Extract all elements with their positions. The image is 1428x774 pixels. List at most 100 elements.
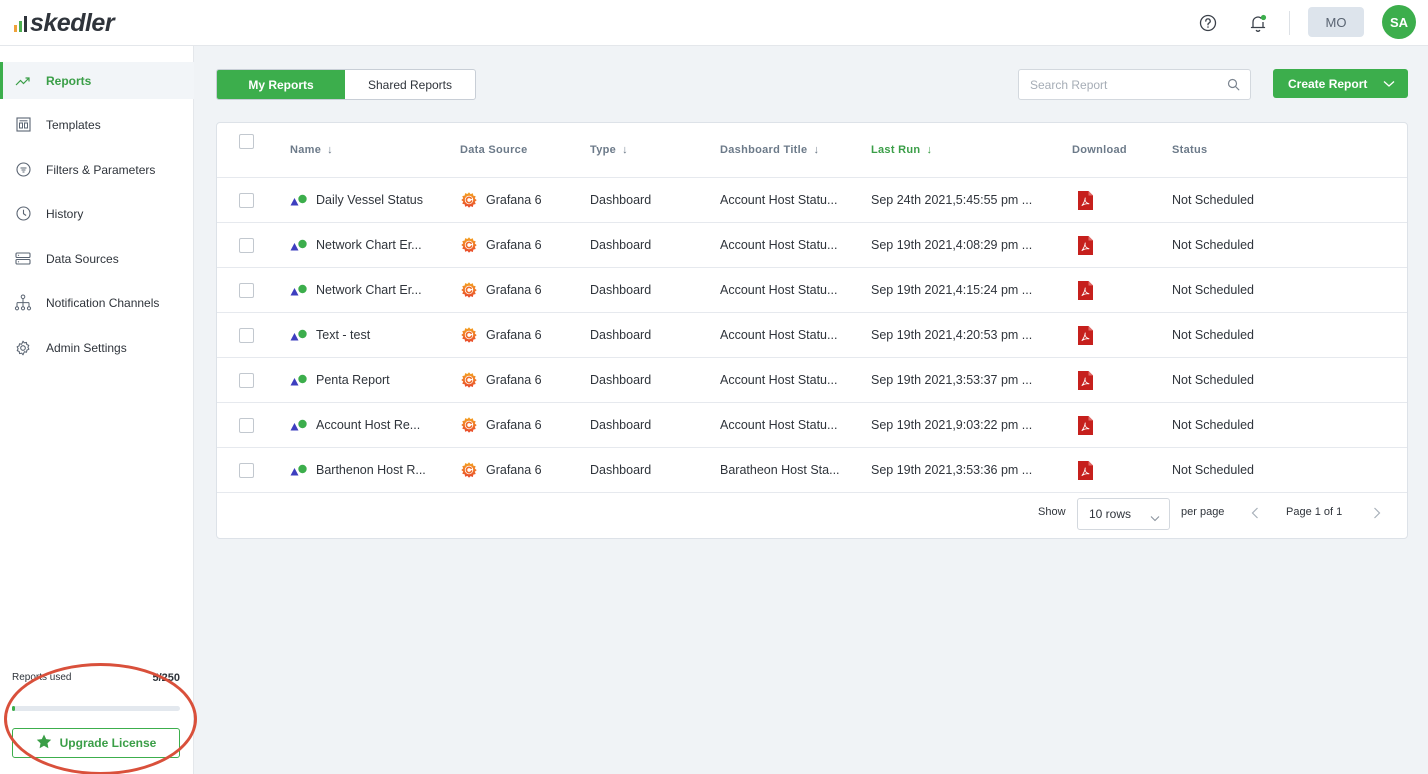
table-row[interactable]: Network Chart Er... Grafana 6 Dashboard … <box>217 223 1407 268</box>
pdf-download-icon[interactable] <box>1077 460 1094 481</box>
table-row[interactable]: Daily Vessel Status Grafana 6 Dashboard … <box>217 178 1407 223</box>
type-cell: Dashboard <box>590 463 652 477</box>
gear-icon <box>14 339 32 357</box>
last-run-cell: Sep 19th 2021,4:08:29 pm ... <box>871 238 1033 252</box>
tab-my-reports[interactable]: My Reports <box>217 70 345 99</box>
data-source-cell: Grafana 6 <box>460 313 580 357</box>
sidebar-item-notification-channels[interactable]: Notification Channels <box>0 284 194 321</box>
report-name-cell[interactable]: Network Chart Er... <box>290 223 440 267</box>
grafana-icon <box>460 281 478 299</box>
skedler-logo[interactable]: skedler <box>14 9 115 36</box>
last-run-cell: Sep 19th 2021,9:03:22 pm ... <box>871 418 1033 432</box>
grafana-icon <box>460 236 478 254</box>
status-cell: Not Scheduled <box>1172 283 1255 297</box>
tab-shared-reports[interactable]: Shared Reports <box>345 70 475 99</box>
previous-page-icon[interactable] <box>1251 507 1259 522</box>
sidebar-item-history[interactable]: History <box>0 195 194 232</box>
row-checkbox-cell <box>239 448 269 492</box>
usage-progress-bar <box>12 706 180 711</box>
report-name-cell[interactable]: Text - test <box>290 313 440 357</box>
report-name-cell[interactable]: Account Host Re... <box>290 403 440 447</box>
report-name-cell[interactable]: Penta Report <box>290 358 440 402</box>
hierarchy-icon <box>14 294 32 312</box>
search-input[interactable] <box>1019 70 1219 99</box>
sidebar-item-reports[interactable]: Reports <box>0 62 194 99</box>
type-cell: Dashboard <box>590 373 652 387</box>
search-icon[interactable] <box>1227 78 1240 91</box>
row-checkbox[interactable] <box>239 372 254 388</box>
table-row[interactable]: Barthenon Host R... Grafana 6 Dashboard … <box>217 448 1407 493</box>
dashboard-title-cell: Account Host Statu... <box>720 283 838 297</box>
report-name: Network Chart Er... <box>316 283 422 297</box>
status-cell: Not Scheduled <box>1172 373 1255 387</box>
grafana-icon <box>460 461 478 479</box>
column-header-status: Status <box>1172 144 1208 156</box>
data-source-name: Grafana 6 <box>486 328 542 342</box>
column-header-dashboard-title[interactable]: Dashboard Title ↓ <box>720 123 862 177</box>
help-icon[interactable] <box>1197 12 1219 34</box>
download-cell <box>1072 268 1152 312</box>
report-name-cell[interactable]: Barthenon Host R... <box>290 448 440 492</box>
reports-used-label: Reports used <box>12 672 72 683</box>
pdf-download-icon[interactable] <box>1077 190 1094 211</box>
row-checkbox-cell <box>239 223 269 267</box>
table-row[interactable]: Network Chart Er... Grafana 6 Dashboard … <box>217 268 1407 313</box>
top-bar: skedler MO SA <box>0 0 1428 46</box>
row-checkbox[interactable] <box>239 237 254 253</box>
report-type-shapes-icon <box>290 464 308 476</box>
report-name: Penta Report <box>316 373 390 387</box>
row-checkbox[interactable] <box>239 327 254 343</box>
user-avatar[interactable]: SA <box>1382 5 1416 39</box>
create-report-button[interactable]: Create Report <box>1273 69 1408 98</box>
search-box <box>1018 69 1251 100</box>
row-checkbox[interactable] <box>239 417 254 433</box>
table-row[interactable]: Text - test Grafana 6 Dashboard Account … <box>217 313 1407 358</box>
column-header-download: Download <box>1072 144 1127 156</box>
data-source-cell: Grafana 6 <box>460 358 580 402</box>
column-header-name[interactable]: Name ↓ <box>290 123 440 177</box>
report-name: Network Chart Er... <box>316 238 422 252</box>
pdf-download-icon[interactable] <box>1077 280 1094 301</box>
sort-arrow-icon: ↓ <box>926 144 933 156</box>
sidebar-item-filters[interactable]: Filters & Parameters <box>0 151 194 188</box>
row-checkbox[interactable] <box>239 462 254 478</box>
chevron-down-icon <box>1383 77 1395 91</box>
column-header-last-run[interactable]: Last Run ↓ <box>871 123 1061 177</box>
sidebar-item-admin-settings[interactable]: Admin Settings <box>0 329 194 366</box>
report-type-shapes-icon <box>290 284 308 296</box>
data-source-name: Grafana 6 <box>486 463 542 477</box>
org-switcher-button[interactable]: MO <box>1308 7 1364 37</box>
status-cell: Not Scheduled <box>1172 238 1255 252</box>
row-checkbox-cell <box>239 178 269 222</box>
type-cell: Dashboard <box>590 238 652 252</box>
dashboard-title-cell: Account Host Statu... <box>720 328 838 342</box>
upgrade-license-button[interactable]: Upgrade License <box>12 728 180 758</box>
bell-icon[interactable] <box>1247 12 1269 34</box>
create-report-label: Create Report <box>1288 76 1368 91</box>
table-row[interactable]: Account Host Re... Grafana 6 Dashboard A… <box>217 403 1407 448</box>
sort-arrow-icon: ↓ <box>622 144 628 156</box>
star-icon <box>36 734 52 752</box>
sidebar-item-templates[interactable]: Templates <box>0 106 194 143</box>
report-type-shapes-icon <box>290 419 308 431</box>
sidebar-item-data-sources[interactable]: Data Sources <box>0 240 194 277</box>
type-cell: Dashboard <box>590 328 652 342</box>
rows-per-page-select[interactable]: 10 rows <box>1077 498 1170 530</box>
rows-per-page-value: 10 rows <box>1089 507 1132 521</box>
report-name-cell[interactable]: Daily Vessel Status <box>290 178 440 222</box>
next-page-icon[interactable] <box>1373 507 1381 522</box>
grafana-icon <box>460 191 478 209</box>
sidebar: Reports Templates Filters & Parameters H… <box>0 46 194 774</box>
pdf-download-icon[interactable] <box>1077 325 1094 346</box>
pdf-download-icon[interactable] <box>1077 370 1094 391</box>
clock-icon <box>14 205 32 223</box>
pdf-download-icon[interactable] <box>1077 415 1094 436</box>
row-checkbox[interactable] <box>239 192 254 208</box>
download-cell <box>1072 313 1152 357</box>
select-all-checkbox[interactable] <box>239 134 254 149</box>
column-header-type[interactable]: Type ↓ <box>590 123 710 177</box>
pdf-download-icon[interactable] <box>1077 235 1094 256</box>
report-name-cell[interactable]: Network Chart Er... <box>290 268 440 312</box>
table-row[interactable]: Penta Report Grafana 6 Dashboard Account… <box>217 358 1407 403</box>
row-checkbox[interactable] <box>239 282 254 298</box>
